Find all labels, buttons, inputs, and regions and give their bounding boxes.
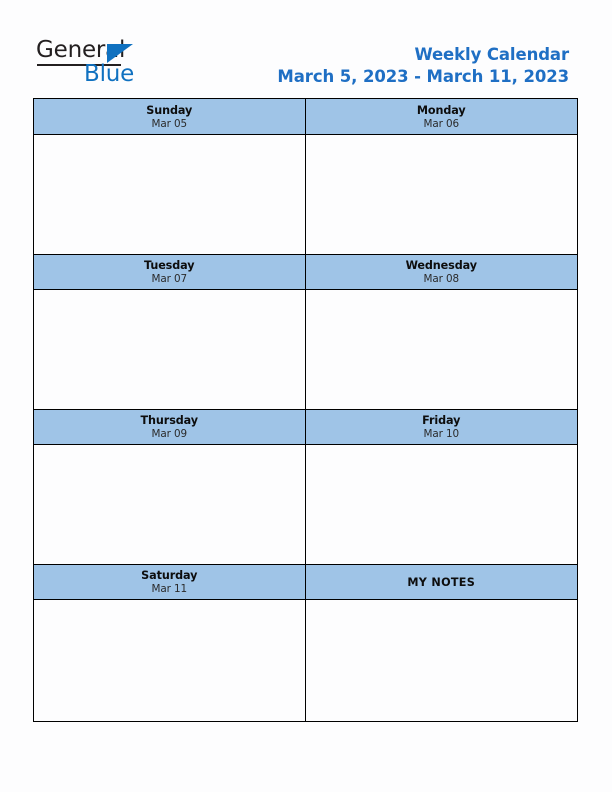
weekly-calendar-grid: Sunday Mar 05 Monday Mar 06 Tuesday Mar … — [33, 98, 578, 722]
notes-cell[interactable]: MY NOTES — [305, 564, 577, 721]
day-header-saturday: Saturday Mar 11 — [34, 564, 305, 600]
day-notes-area-monday[interactable] — [305, 135, 577, 254]
day-notes-area-saturday[interactable] — [34, 600, 305, 721]
calendar-row: Tuesday Mar 07 Wednesday Mar 08 — [34, 254, 577, 409]
brand-word-blue: Blue — [84, 61, 135, 87]
day-date-label: Mar 07 — [151, 273, 188, 285]
day-name-label: Thursday — [140, 414, 199, 427]
day-cell-monday[interactable]: Monday Mar 06 — [305, 99, 577, 254]
calendar-row: Thursday Mar 09 Friday Mar 10 — [34, 409, 577, 564]
day-header-friday: Friday Mar 10 — [305, 409, 577, 445]
page-title: Weekly Calendar — [414, 45, 569, 64]
day-notes-area-tuesday[interactable] — [34, 290, 305, 409]
day-notes-area-sunday[interactable] — [34, 135, 305, 254]
notes-area[interactable] — [305, 600, 577, 721]
day-name-label: Sunday — [146, 103, 193, 117]
day-cell-friday[interactable]: Friday Mar 10 — [305, 409, 577, 564]
day-header-monday: Monday Mar 06 — [305, 99, 577, 135]
calendar-row: Saturday Mar 11 MY NOTES — [34, 564, 577, 721]
day-notes-area-wednesday[interactable] — [305, 290, 577, 409]
day-cell-tuesday[interactable]: Tuesday Mar 07 — [34, 254, 306, 409]
brand-logo: General Blue — [36, 38, 166, 88]
day-date-label: Mar 09 — [151, 428, 188, 440]
day-cell-wednesday[interactable]: Wednesday Mar 08 — [305, 254, 577, 409]
day-date-label: Mar 10 — [423, 428, 460, 440]
day-name-label: Monday — [416, 103, 466, 117]
calendar-row: Sunday Mar 05 Monday Mar 06 — [34, 99, 577, 254]
date-range: March 5, 2023 - March 11, 2023 — [277, 67, 569, 86]
day-name-label: Wednesday — [405, 259, 477, 272]
day-date-label: Mar 06 — [423, 117, 460, 130]
day-date-label: Mar 05 — [151, 117, 188, 130]
day-name-label: Tuesday — [144, 259, 195, 272]
day-cell-thursday[interactable]: Thursday Mar 09 — [34, 409, 306, 564]
day-name-label: Friday — [422, 414, 461, 427]
day-date-label: Mar 08 — [423, 273, 460, 285]
page-header: General Blue Weekly Calendar March 5, 20… — [0, 0, 612, 98]
day-name-label: Saturday — [141, 569, 198, 582]
title-block: Weekly Calendar March 5, 2023 - March 11… — [277, 44, 569, 88]
day-header-thursday: Thursday Mar 09 — [34, 409, 305, 445]
day-cell-saturday[interactable]: Saturday Mar 11 — [34, 564, 306, 721]
day-notes-area-thursday[interactable] — [34, 445, 305, 564]
day-header-sunday: Sunday Mar 05 — [34, 99, 305, 135]
day-header-tuesday: Tuesday Mar 07 — [34, 254, 305, 290]
day-header-wednesday: Wednesday Mar 08 — [305, 254, 577, 290]
day-date-label: Mar 11 — [151, 583, 188, 595]
day-notes-area-friday[interactable] — [305, 445, 577, 564]
day-cell-sunday[interactable]: Sunday Mar 05 — [34, 99, 306, 254]
notes-title-label: MY NOTES — [407, 575, 476, 589]
notes-header: MY NOTES — [305, 564, 577, 600]
